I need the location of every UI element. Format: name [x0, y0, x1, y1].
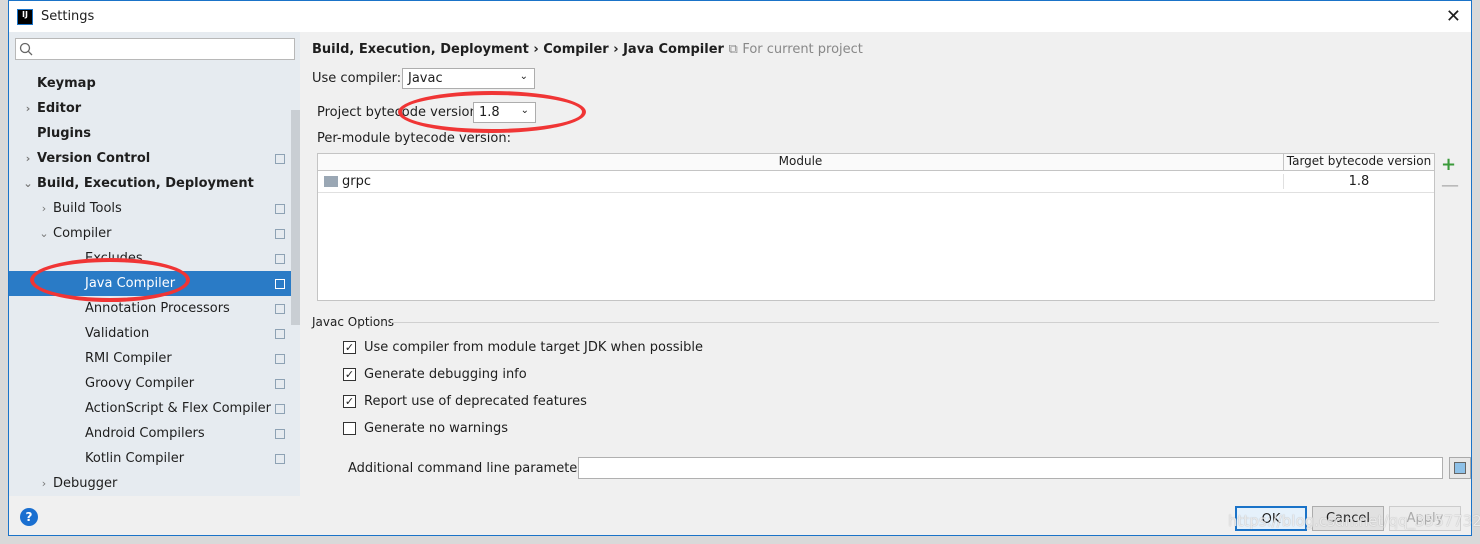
breadcrumb-path: Build, Execution, Deployment › Compiler …	[312, 42, 724, 57]
module-bytecode-table: Module Target bytecode version grpc 1.8	[317, 153, 1435, 301]
sidebar-item-label: Editor	[37, 101, 82, 116]
column-module[interactable]: Module	[318, 154, 1284, 170]
sidebar-item-label: Validation	[85, 326, 150, 341]
close-icon[interactable]: ✕	[1446, 6, 1461, 27]
sidebar-item[interactable]: Validation	[9, 321, 300, 346]
project-scope-icon	[275, 353, 285, 364]
sidebar-item[interactable]: › Build Tools	[9, 196, 300, 221]
red-annotation-ellipse	[30, 258, 190, 302]
sidebar-item[interactable]: Kotlin Compiler	[9, 446, 300, 471]
project-scope-icon	[275, 453, 285, 464]
use-compiler-select[interactable]: Javac ⌄	[402, 68, 535, 89]
use-compiler-label: Use compiler:	[312, 71, 402, 86]
sidebar-item[interactable]: › Debugger	[9, 471, 300, 496]
import-icon	[1454, 462, 1466, 474]
project-scope-icon	[275, 303, 285, 314]
add-icon[interactable]: +	[1441, 154, 1456, 175]
project-scope-icon	[275, 428, 285, 439]
chevron-right-icon[interactable]: ›	[37, 477, 51, 490]
expand-params-button[interactable]	[1449, 457, 1471, 479]
sidebar-item-label: Build Tools	[53, 201, 122, 216]
checkbox-icon[interactable]	[343, 422, 356, 435]
checkbox-icon[interactable]: ✓	[343, 368, 356, 381]
search-input[interactable]	[15, 38, 295, 60]
sidebar-item[interactable]: ⌄ Build, Execution, Deployment	[9, 171, 300, 196]
chevron-down-icon[interactable]: ⌄	[37, 227, 51, 240]
divider	[391, 322, 1439, 323]
option-label: Use compiler from module target JDK when…	[364, 340, 703, 355]
checkbox-icon[interactable]: ✓	[343, 341, 356, 354]
sidebar-item-label: Plugins	[37, 126, 91, 141]
sidebar-item-label: Keymap	[37, 76, 96, 91]
sidebar-item[interactable]: Annotation Processors	[9, 296, 300, 321]
sidebar-item-label: Version Control	[37, 151, 151, 166]
chevron-down-icon[interactable]: ⌄	[21, 177, 35, 190]
chevron-right-icon[interactable]: ›	[21, 102, 35, 115]
project-scope-icon: ⧉	[728, 42, 738, 57]
project-scope-icon	[275, 228, 285, 239]
column-target-version[interactable]: Target bytecode version	[1284, 154, 1434, 170]
intellij-logo-icon: IJ	[17, 8, 33, 25]
additional-params-input[interactable]	[578, 457, 1443, 479]
sidebar-item-label: Kotlin Compiler	[85, 451, 185, 466]
sidebar-item-label: Android Compilers	[85, 426, 205, 441]
sidebar-item-label: Annotation Processors	[85, 301, 230, 316]
table-header: Module Target bytecode version	[318, 154, 1434, 171]
folder-icon	[324, 176, 338, 187]
sidebar-item-label: Groovy Compiler	[85, 376, 195, 391]
project-scope-icon	[275, 328, 285, 339]
sidebar-item[interactable]: Plugins	[9, 121, 300, 146]
module-name: grpc	[342, 174, 371, 189]
per-module-label: Per-module bytecode version:	[317, 131, 511, 146]
search-icon	[19, 42, 33, 56]
chevron-right-icon[interactable]: ›	[21, 152, 35, 165]
remove-icon[interactable]: —	[1441, 175, 1459, 196]
project-scope-icon	[275, 253, 285, 264]
module-version[interactable]: 1.8	[1284, 174, 1434, 189]
checkbox-icon[interactable]: ✓	[343, 395, 356, 408]
option-label: Generate debugging info	[364, 367, 527, 382]
option-checkbox[interactable]: Generate no warnings	[343, 421, 508, 436]
sidebar-item[interactable]: ActionScript & Flex Compiler	[9, 396, 300, 421]
breadcrumb-scope: For current project	[742, 42, 863, 57]
project-scope-icon	[275, 153, 285, 164]
project-scope-icon	[275, 378, 285, 389]
project-scope-icon	[275, 403, 285, 414]
sidebar-item[interactable]: Groovy Compiler	[9, 371, 300, 396]
params-label: Additional command line parameters:	[348, 461, 594, 476]
chevron-right-icon[interactable]: ›	[37, 202, 51, 215]
help-button[interactable]: ?	[20, 508, 38, 526]
sidebar-scrollbar[interactable]	[291, 110, 300, 325]
option-label: Generate no warnings	[364, 421, 509, 436]
sidebar-item-label: Compiler	[53, 226, 112, 241]
option-checkbox[interactable]: ✓ Use compiler from module target JDK whe…	[343, 340, 703, 355]
breadcrumb: Build, Execution, Deployment › Compiler …	[312, 42, 863, 57]
project-scope-icon	[275, 278, 285, 289]
chevron-down-icon: ⌄	[519, 71, 528, 82]
red-annotation-ellipse	[398, 91, 586, 133]
sidebar-item[interactable]: ⌄ Compiler	[9, 221, 300, 246]
sidebar-item-label: Build, Execution, Deployment	[37, 176, 254, 191]
option-label: Report use of deprecated features	[364, 394, 587, 409]
javac-options-heading: Javac Options	[312, 315, 395, 329]
watermark: https://blog.csdn.net/qq_35577329	[1228, 512, 1480, 530]
settings-dialog: IJ Settings ✕ Keymap › Editor Plugins › Versi…	[8, 0, 1472, 536]
window-title: Settings	[41, 9, 95, 24]
sidebar-item[interactable]: › Editor	[9, 96, 300, 121]
sidebar-item[interactable]: Android Compilers	[9, 421, 300, 446]
project-scope-icon	[275, 203, 285, 214]
option-checkbox[interactable]: ✓ Generate debugging info	[343, 367, 527, 382]
sidebar-item-label: Debugger	[53, 476, 118, 491]
option-checkbox[interactable]: ✓ Report use of deprecated features	[343, 394, 587, 409]
sidebar-item-label: ActionScript & Flex Compiler	[85, 401, 272, 416]
table-row[interactable]: grpc 1.8	[318, 171, 1434, 193]
sidebar-item[interactable]: RMI Compiler	[9, 346, 300, 371]
sidebar-item[interactable]: › Version Control	[9, 146, 300, 171]
sidebar-item[interactable]: Keymap	[9, 71, 300, 96]
title-bar: IJ Settings ✕	[9, 1, 1471, 32]
sidebar-item-label: RMI Compiler	[85, 351, 172, 366]
use-compiler-value: Javac	[408, 71, 443, 86]
